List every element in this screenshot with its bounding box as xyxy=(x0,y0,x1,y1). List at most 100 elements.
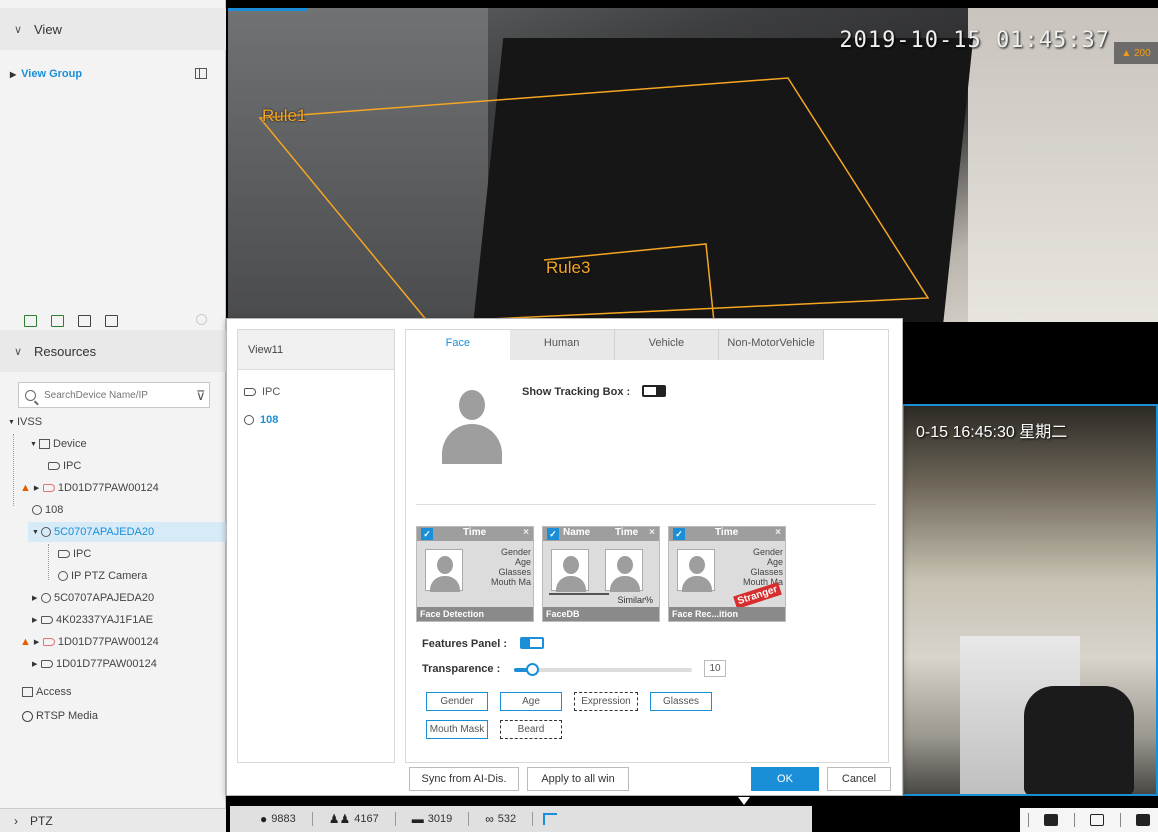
tree-node-selected[interactable]: ▼ 5C0707APAJEDA20 xyxy=(28,522,226,542)
tree-node-1d01[interactable]: ▶ 1D01D77PAW00124 xyxy=(32,654,157,674)
window-settings-icon[interactable] xyxy=(1136,814,1151,826)
video-timestamp: 2019-10-15 01:45:37 xyxy=(839,28,1110,53)
sidebar: ∨ View ▶ View Group ∨ Resources ⊽ xyxy=(0,0,226,832)
view-group-label: View Group xyxy=(21,68,83,80)
ok-button[interactable]: OK xyxy=(751,767,819,791)
checkbox-icon[interactable]: ✓ xyxy=(547,528,559,540)
tab-face[interactable]: Face xyxy=(406,330,510,360)
cancel-button[interactable]: Cancel xyxy=(827,767,891,791)
show-tracking-box-label: Show Tracking Box : xyxy=(522,386,631,398)
tab-human[interactable]: Human xyxy=(510,330,615,360)
access-icon xyxy=(22,687,33,697)
tree-node-sub-ipc[interactable]: IPC xyxy=(58,544,91,564)
dome-camera-icon xyxy=(32,505,42,515)
tree-node-access[interactable]: Access xyxy=(22,682,71,702)
add-folder-icon[interactable] xyxy=(24,315,37,327)
dome-camera-icon xyxy=(244,415,254,425)
card-face-recognition[interactable]: ✓ Time × Gender Age Glasses Mouth Ma Stran… xyxy=(668,526,786,622)
filter-icon[interactable]: ⊽ xyxy=(196,388,206,404)
camera-offline-icon xyxy=(42,638,55,646)
view-group-item[interactable]: ▶ View Group xyxy=(10,68,82,80)
resources-section-header[interactable]: ∨ Resources xyxy=(0,330,226,372)
close-icon[interactable]: × xyxy=(649,527,655,538)
tree-node-4k[interactable]: ▶ 4K02337YAJ1F1AE xyxy=(32,610,153,630)
attr-mouthmask-button[interactable]: Mouth Mask xyxy=(426,720,488,739)
stat-group[interactable]: ♟♟ 4167 xyxy=(313,810,395,828)
rule3-label: Rule3 xyxy=(546,258,591,277)
car-icon: ▬ xyxy=(411,812,424,826)
features-panel-toggle[interactable] xyxy=(520,637,544,649)
close-icon[interactable]: × xyxy=(775,527,781,538)
chevron-down-icon: ∨ xyxy=(14,345,23,358)
channel-item-108[interactable]: 108 xyxy=(244,414,278,426)
device-icon xyxy=(39,439,50,449)
snapshot-icon[interactable] xyxy=(1044,814,1059,826)
close-icon[interactable]: × xyxy=(523,527,529,538)
card-face-detection[interactable]: ✓ Time × Gender Age Glasses Mouth Ma Face … xyxy=(416,526,534,622)
video-window-secondary[interactable]: 0-15 16:45:30 星期二 xyxy=(902,404,1158,796)
tree-node-device[interactable]: ▼ Device xyxy=(30,434,87,454)
tree-node-ipc[interactable]: IPC xyxy=(48,456,81,476)
tree-node-108[interactable]: 108 xyxy=(32,500,63,520)
warning-icon: ▲ xyxy=(20,636,31,648)
tracking-box-toggle[interactable] xyxy=(642,385,666,397)
fullscreen-icon[interactable] xyxy=(1090,814,1105,826)
apply-to-all-button[interactable]: Apply to all win xyxy=(527,767,629,791)
view-section-label: View xyxy=(34,21,62,37)
view-section-header[interactable]: ∨ View xyxy=(0,8,226,50)
transparence-slider[interactable] xyxy=(514,663,692,676)
channel-item-ipc[interactable]: IPC xyxy=(244,386,280,398)
tree-node-5c0707[interactable]: ▶ 5C0707APAJEDA20 xyxy=(32,588,154,608)
checkbox-icon[interactable]: ✓ xyxy=(673,528,685,540)
search-box xyxy=(18,382,210,408)
window-list-header: View11 xyxy=(238,330,394,370)
transparence-label: Transparence : xyxy=(422,663,501,675)
dome-camera-icon xyxy=(41,593,51,603)
slider-handle[interactable] xyxy=(526,663,539,676)
tree-node-offline-2[interactable]: ▲ ▶ 1D01D77PAW00124 xyxy=(20,632,159,652)
stat-people[interactable]: ● 9883 xyxy=(230,810,312,828)
stat-vehicle[interactable]: ▬ 3019 xyxy=(396,810,468,828)
tree-node-ptz[interactable]: IP PTZ Camera xyxy=(58,566,147,586)
checkbox-icon[interactable]: ✓ xyxy=(421,528,433,540)
face-avatar-icon xyxy=(442,390,502,464)
chevron-right-icon: › xyxy=(14,813,18,828)
tree-node-offline-1[interactable]: ▲ ▶ 1D01D77PAW00124 xyxy=(20,478,159,498)
attr-beard-button[interactable]: Beard xyxy=(500,720,562,739)
sync-from-ai-button[interactable]: Sync from AI-Dis. xyxy=(409,767,519,791)
ptz-section-header[interactable]: › PTZ xyxy=(0,808,226,832)
tab-vehicle[interactable]: Vehicle xyxy=(615,330,720,360)
dome-camera-icon xyxy=(41,527,51,537)
tab-bar: Face Human Vehicle Non-MotorVehicle xyxy=(406,330,824,360)
overlay-settings-dialog: View11 IPC 108 Face Human Vehicle Non-Mo… xyxy=(226,318,903,796)
attr-expression-button[interactable]: Expression xyxy=(574,692,638,711)
tree-node-rtsp[interactable]: RTSP Media xyxy=(22,706,98,726)
edit-icon[interactable] xyxy=(78,315,91,327)
panel-toggle-icon[interactable] xyxy=(195,68,207,79)
attr-age-button[interactable]: Age xyxy=(500,692,562,711)
camera-icon xyxy=(244,388,256,396)
window-list: View11 IPC 108 xyxy=(237,329,395,763)
view-toolbar xyxy=(24,315,118,327)
alarm-badge[interactable]: ▲ 200 xyxy=(1114,42,1158,64)
video-window-main[interactable]: Rule1 Rule3 2019-10-15 01:45:37 ▲ 200 xyxy=(228,8,1158,322)
tree-node-ivss[interactable]: ▼ IVSS xyxy=(8,412,42,432)
active-window-indicator xyxy=(228,8,308,11)
stat-bike[interactable]: ∞ 532 xyxy=(469,810,532,828)
bicycle-icon: ∞ xyxy=(485,812,494,826)
card-facedb[interactable]: ✓ Name Time × Similar% FaceDB xyxy=(542,526,660,622)
transparence-value[interactable]: 10 xyxy=(704,660,726,677)
rule-overlay xyxy=(258,77,930,322)
search-input[interactable] xyxy=(44,389,184,401)
expand-arrow-icon: ▶ xyxy=(10,69,17,79)
list-toggle-icon[interactable] xyxy=(543,813,558,825)
add-view-icon[interactable] xyxy=(51,315,64,327)
statistics-bar: ● 9883 ♟♟ 4167 ▬ 3019 ∞ 532 xyxy=(230,806,812,832)
attr-glasses-button[interactable]: Glasses xyxy=(650,692,712,711)
delete-icon[interactable] xyxy=(105,315,118,327)
camera-icon xyxy=(58,550,70,558)
refresh-icon[interactable] xyxy=(196,314,207,325)
tab-nonmotor[interactable]: Non-MotorVehicle xyxy=(719,330,824,360)
camera-icon xyxy=(48,462,60,470)
attr-gender-button[interactable]: Gender xyxy=(426,692,488,711)
